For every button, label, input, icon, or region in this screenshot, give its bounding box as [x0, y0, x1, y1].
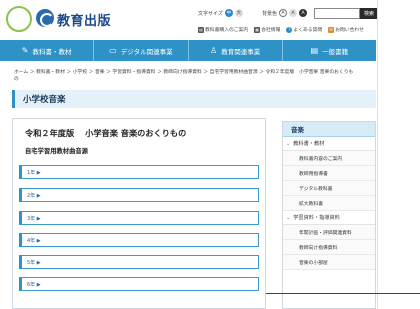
nav-item-label: 教育関連事業 — [221, 47, 261, 56]
page-title: 小学校音楽 — [23, 95, 66, 105]
page-title-bar: 小学校音楽 — [12, 90, 376, 108]
search-input[interactable] — [314, 8, 360, 19]
mail-icon: ✉ — [328, 26, 335, 33]
util-link-company[interactable]: ▦ 会社情報 — [254, 26, 280, 33]
sidebar-link[interactable]: 音楽の小部屋 — [283, 255, 375, 270]
bg-color-label: 背景色 — [262, 10, 278, 17]
question-icon: ? — [286, 26, 293, 33]
grade-5-accordion[interactable]: 5年 ▶ — [19, 255, 259, 269]
nav-item-education[interactable]: ♙ 教育関連事業 — [189, 40, 283, 61]
site-header: 教育出版 文字サイズ 中 大 背景色 A A A 検索 ▤ 教科書購入のご案内 … — [0, 0, 420, 40]
util-link-label: 会社情報 — [261, 28, 281, 33]
grade-2-accordion[interactable]: 2年 ▶ — [19, 188, 259, 202]
divider — [266, 293, 420, 294]
book-icon: ▤ — [198, 26, 204, 33]
bg-gray-button[interactable]: A — [289, 9, 298, 17]
util-link-label: 教科書購入のご案内 — [205, 28, 249, 33]
sidebar-link[interactable]: デジタル教科書 — [283, 181, 375, 196]
content-title: 令和２年度版 小学音楽 音楽のおくりもの — [25, 128, 187, 138]
sidebar-link[interactable]: 年間計画・評価関連資料 — [283, 225, 375, 240]
main-content: 令和２年度版 小学音楽 音楽のおくりもの 自宅学習用教材曲音源 1年 ▶ 2年 … — [12, 118, 266, 309]
global-nav: ✎ 教科書・教材 ▭ デジタル関連事業 ♙ 教育関連事業 ▤ 一般書籍 — [0, 40, 376, 61]
search-button[interactable]: 検索 — [360, 8, 378, 19]
pencil-icon: ✎ — [21, 46, 29, 55]
content-subtitle: 自宅学習用教材曲音源 — [25, 148, 88, 155]
viewport-margin — [378, 0, 420, 309]
bg-white-button[interactable]: A — [279, 9, 288, 17]
grade-6-accordion[interactable]: 6年 ▶ — [19, 277, 259, 291]
monitor-icon: ▭ — [109, 46, 117, 55]
chevron-down-icon: ⌄ — [286, 140, 291, 147]
award-badge — [6, 6, 32, 32]
bg-color-switcher: 背景色 A A A — [262, 9, 308, 17]
books-icon: ▤ — [310, 46, 319, 55]
publisher-logo-icon[interactable] — [36, 9, 54, 27]
sidebar-section-label: 教科書・教材 — [293, 141, 325, 147]
sidebar-section-label: 学習資料・指導資料 — [293, 215, 340, 221]
sidebar-link[interactable]: 拡大教科書 — [283, 196, 375, 211]
utility-links: ▤ 教科書購入のご案内 ▦ 会社情報 ? よくある質問 ✉ お問い合わせ — [198, 26, 364, 33]
util-link-purchase[interactable]: ▤ 教科書購入のご案内 — [198, 26, 248, 33]
sidebar-heading[interactable]: 音楽 — [283, 122, 375, 137]
grade-1-accordion[interactable]: 1年 ▶ — [19, 165, 259, 179]
font-size-switcher: 文字サイズ 中 大 — [198, 9, 243, 17]
publisher-logo-text[interactable]: 教育出版 — [57, 10, 111, 29]
sidebar-link[interactable]: 教師用指導書 — [283, 166, 375, 181]
sidebar-section-textbooks[interactable]: ⌄ 教科書・教材 — [283, 137, 375, 151]
font-size-medium-button[interactable]: 中 — [224, 9, 233, 17]
grade-3-accordion[interactable]: 3年 ▶ — [19, 211, 259, 225]
sidebar-nav: 音楽 ⌄ 教科書・教材 教科書内容のご案内 教師用指導書 デジタル教科書 拡大教… — [282, 121, 376, 309]
font-size-large-button[interactable]: 大 — [234, 9, 243, 17]
sidebar-section-materials[interactable]: ⌄ 学習資料・指導資料 — [283, 211, 375, 225]
nav-item-books[interactable]: ▤ 一般書籍 — [283, 40, 376, 61]
sidebar-link[interactable]: 教科書内容のご案内 — [283, 151, 375, 166]
grade-4-accordion[interactable]: 4年 ▶ — [19, 233, 259, 247]
chevron-down-icon: ⌄ — [286, 214, 291, 221]
util-link-contact[interactable]: ✉ お問い合わせ — [328, 26, 364, 33]
person-icon: ♙ — [210, 46, 218, 55]
nav-item-textbooks[interactable]: ✎ 教科書・教材 — [0, 40, 95, 61]
nav-item-digital[interactable]: ▭ デジタル関連事業 — [94, 40, 189, 61]
nav-item-label: 教科書・教材 — [32, 47, 72, 56]
building-icon: ▦ — [254, 26, 261, 33]
nav-item-label: 一般書籍 — [322, 47, 349, 56]
sidebar-link[interactable]: 教師向け指導資料 — [283, 240, 375, 255]
nav-item-label: デジタル関連事業 — [120, 47, 173, 56]
util-link-label: よくある質問 — [293, 28, 323, 33]
util-link-faq[interactable]: ? よくある質問 — [286, 26, 322, 33]
bg-black-button[interactable]: A — [299, 9, 308, 17]
font-size-label: 文字サイズ — [198, 10, 223, 17]
breadcrumb[interactable]: ホーム ＞ 教科書・教材 ＞ 小学校 ＞ 音楽 ＞ 学習資料・指導資料 ＞ 教師… — [14, 69, 354, 83]
util-link-label: お問い合わせ — [335, 28, 364, 33]
